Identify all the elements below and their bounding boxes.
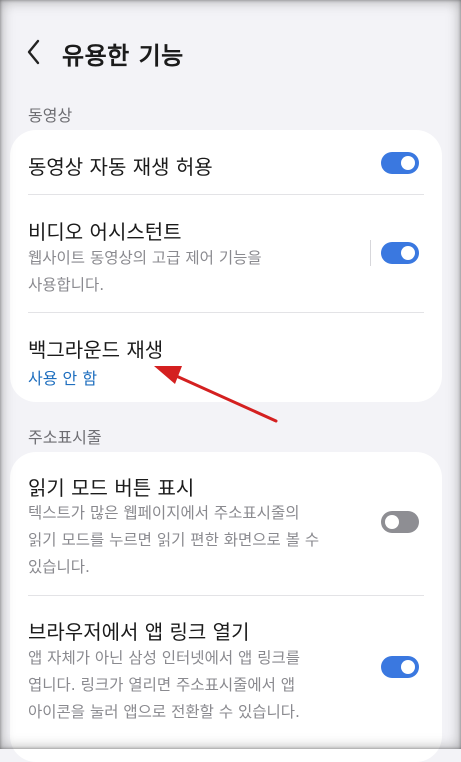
annotation-arrow-icon <box>154 366 278 423</box>
